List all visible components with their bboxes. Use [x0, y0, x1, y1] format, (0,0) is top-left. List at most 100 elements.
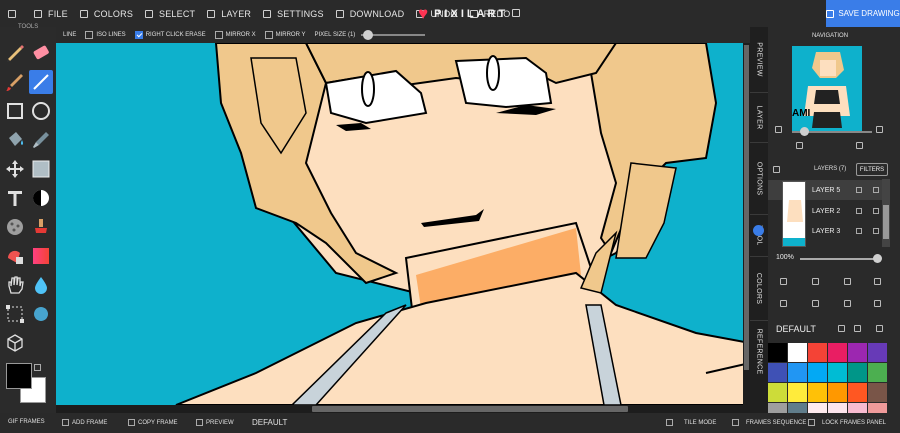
palette-swatch[interactable]	[868, 363, 887, 382]
tab-reference[interactable]: REFERENCE	[750, 321, 768, 381]
stamp-tool[interactable]	[29, 215, 53, 239]
layer-visibility-icon[interactable]	[856, 228, 862, 234]
menu-file[interactable]: FILE	[28, 0, 74, 27]
vertical-scroll-thumb[interactable]	[744, 45, 749, 370]
pixel-size-slider[interactable]	[361, 30, 426, 40]
palette-swatch[interactable]	[808, 343, 827, 362]
dropper-tool[interactable]	[29, 128, 53, 152]
layer-visibility-icon[interactable]	[856, 187, 862, 193]
add-frame-button[interactable]: ADD FRAME	[62, 419, 107, 426]
layer-visibility-icon[interactable]	[856, 208, 862, 214]
copy-frame-button[interactable]: COPY FRAME	[128, 419, 178, 426]
zoom-in-icon[interactable]	[876, 126, 883, 133]
menu-layer[interactable]: LAYER	[201, 0, 257, 27]
palette-swatch[interactable]	[808, 383, 827, 402]
mirror-y-option[interactable]: MIRROR Y	[264, 31, 306, 39]
palette-swatch[interactable]	[768, 343, 787, 362]
layer-duplicate-icon[interactable]	[812, 278, 819, 285]
magic-wand-tool[interactable]	[29, 302, 53, 326]
tab-tool[interactable]: TOOL	[750, 215, 768, 257]
circle-tool[interactable]	[29, 99, 53, 123]
eraser-tool[interactable]	[29, 40, 53, 64]
rectangle-tool[interactable]	[3, 99, 27, 123]
menu-settings[interactable]: SETTINGS	[257, 0, 330, 27]
tab-layer[interactable]: LAYER	[750, 93, 768, 143]
layer-merge-icon[interactable]	[844, 278, 851, 285]
cube-tool[interactable]	[3, 331, 27, 355]
palette-name[interactable]: DEFAULT	[776, 324, 816, 334]
nav-fit-icon[interactable]	[796, 142, 803, 149]
palette-edit-icon[interactable]	[838, 325, 845, 332]
pattern-tool[interactable]	[3, 215, 27, 239]
select-tool[interactable]	[3, 302, 27, 326]
gif-frames-label[interactable]: GIF FRAMES	[8, 419, 45, 425]
mirror-x-option[interactable]: MIRROR X	[214, 31, 256, 39]
palette-swatch[interactable]	[828, 363, 847, 382]
hand-tool[interactable]	[3, 273, 27, 297]
menu-download[interactable]: DOWNLOAD	[330, 0, 411, 27]
tile-mode-checkbox[interactable]	[666, 419, 673, 426]
layer-lock-icon[interactable]	[873, 208, 879, 214]
pencil-tool[interactable]	[3, 40, 27, 64]
palette-swatch[interactable]	[768, 383, 787, 402]
zoom-out-icon[interactable]	[775, 126, 782, 133]
layer-lock-icon[interactable]	[873, 187, 879, 193]
layer-down-icon[interactable]	[812, 300, 819, 307]
canvas-horizontal-scrollbar[interactable]	[56, 405, 750, 413]
right-click-erase-option[interactable]: RIGHT CLICK ERASE	[134, 31, 206, 39]
add-layer-icon[interactable]	[773, 166, 780, 173]
layer-lock-icon[interactable]	[873, 228, 879, 234]
palette-swatch[interactable]	[848, 383, 867, 402]
layer-add-icon[interactable]	[780, 278, 787, 285]
layer-settings-icon[interactable]	[844, 300, 851, 307]
palette-swatch[interactable]	[868, 343, 887, 362]
palette-menu-icon[interactable]	[876, 325, 883, 332]
opacity-knob[interactable]	[873, 254, 882, 263]
zoom-knob[interactable]	[800, 127, 809, 136]
pixel-size-knob[interactable]	[363, 30, 374, 40]
palette-add-icon[interactable]	[854, 325, 861, 332]
menu-colors[interactable]: COLORS	[74, 0, 139, 27]
layers-scrollbar[interactable]	[882, 179, 890, 247]
frame-name[interactable]: DEFAULT	[252, 418, 287, 427]
iso-lines-option[interactable]: ISO LINES	[85, 31, 126, 39]
canvas-vertical-scrollbar[interactable]	[743, 43, 750, 405]
fullscreen-icon[interactable]	[512, 9, 520, 17]
blur-tool[interactable]	[29, 273, 53, 297]
filters-button[interactable]: FILTERS	[856, 163, 888, 176]
swap-colors-icon[interactable]	[34, 364, 41, 371]
zoom-slider[interactable]	[792, 127, 872, 136]
line-tool[interactable]	[29, 70, 53, 94]
shading-tool[interactable]	[29, 186, 53, 210]
frames-sequence-option[interactable]: FRAMES SEQUENCE	[732, 419, 806, 426]
navigation-preview[interactable]: AMI	[792, 46, 862, 132]
iso-lines-checkbox[interactable]	[85, 31, 94, 39]
layers-scroll-thumb[interactable]	[883, 205, 889, 239]
pixilart-logo[interactable]: ♥ PIXILART	[418, 0, 508, 27]
layer-clear-icon[interactable]	[874, 300, 881, 307]
palette-swatch[interactable]	[868, 383, 887, 402]
save-drawing-button[interactable]: SAVE DRAWING	[826, 0, 900, 27]
tab-options[interactable]: OPTIONS	[750, 143, 768, 215]
mirror-y-checkbox[interactable]	[264, 31, 273, 39]
fill-tool[interactable]	[3, 128, 27, 152]
gradient-tool[interactable]	[29, 244, 53, 268]
menu-toggle[interactable]	[0, 0, 28, 27]
drawing-canvas[interactable]	[56, 43, 750, 405]
palette-swatch[interactable]	[788, 383, 807, 402]
mirror-x-checkbox[interactable]	[214, 31, 223, 39]
tab-colors[interactable]: COLORS	[750, 257, 768, 321]
nav-reset-icon[interactable]	[856, 142, 863, 149]
primary-color-swatch[interactable]	[6, 363, 32, 389]
color-replace-tool[interactable]	[3, 244, 27, 268]
text-tool[interactable]	[3, 186, 27, 210]
palette-swatch[interactable]	[828, 383, 847, 402]
menu-select[interactable]: SELECT	[139, 0, 201, 27]
layer-delete-icon[interactable]	[874, 278, 881, 285]
lock-frames-option[interactable]: LOCK FRAMES PANEL	[808, 419, 886, 426]
palette-swatch[interactable]	[828, 343, 847, 362]
palette-swatch[interactable]	[788, 343, 807, 362]
preview-button[interactable]: PREVIEW	[196, 419, 234, 426]
tile-mode-option[interactable]: TILE MODE	[666, 419, 716, 426]
frames-sequence-checkbox[interactable]	[732, 419, 739, 426]
